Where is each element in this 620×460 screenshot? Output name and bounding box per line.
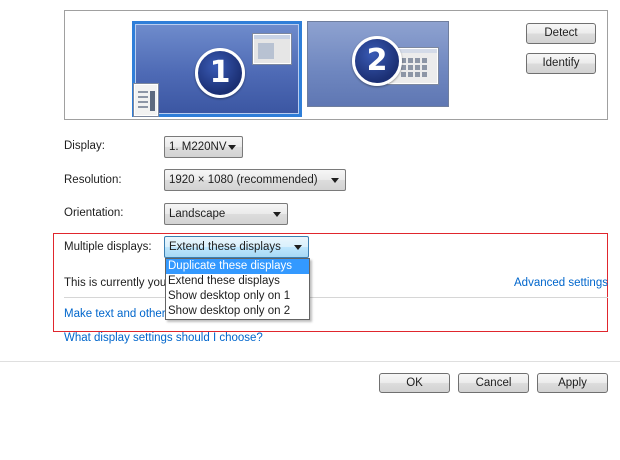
window-thumbnail-icon	[253, 34, 291, 64]
taskbar-thumbnail-icon	[134, 84, 158, 116]
orientation-select-value: Landscape	[169, 208, 226, 220]
dropdown-option-duplicate[interactable]: Duplicate these displays	[166, 259, 309, 274]
dropdown-option-only-2[interactable]: Show desktop only on 2	[166, 304, 309, 319]
what-display-settings-link[interactable]: What display settings should I choose?	[64, 332, 263, 344]
ok-button[interactable]: OK	[379, 373, 450, 393]
multiple-displays-select-value: Extend these displays	[169, 241, 281, 253]
chevron-down-icon	[294, 245, 302, 250]
cancel-button[interactable]: Cancel	[458, 373, 529, 393]
display-label: Display:	[64, 140, 105, 152]
monitor-arrangement-area: 1 2 Detect Identify	[64, 10, 608, 120]
monitor-2-tile[interactable]: 2	[307, 21, 449, 107]
chevron-down-icon	[228, 145, 236, 150]
detect-button[interactable]: Detect	[526, 23, 596, 44]
current-display-text: This is currently you	[64, 277, 167, 289]
monitor-2-number: 2	[352, 36, 402, 86]
monitor-1-number: 1	[195, 48, 245, 98]
chevron-down-icon	[273, 212, 281, 217]
orientation-select[interactable]: Landscape	[164, 203, 288, 225]
apply-button[interactable]: Apply	[537, 373, 608, 393]
resolution-label: Resolution:	[64, 174, 122, 186]
divider	[64, 297, 608, 298]
resolution-select-value: 1920 × 1080 (recommended)	[169, 174, 318, 186]
orientation-label: Orientation:	[64, 207, 124, 219]
multiple-displays-select[interactable]: Extend these displays	[164, 236, 309, 258]
multiple-displays-dropdown-list: Duplicate these displays Extend these di…	[165, 258, 310, 320]
multiple-displays-label: Multiple displays:	[64, 241, 152, 253]
dropdown-option-extend[interactable]: Extend these displays	[166, 274, 309, 289]
resolution-select[interactable]: 1920 × 1080 (recommended)	[164, 169, 346, 191]
footer-divider	[0, 361, 620, 362]
monitor-1-tile[interactable]: 1	[132, 21, 302, 117]
chevron-down-icon	[331, 178, 339, 183]
advanced-settings-link[interactable]: Advanced settings	[514, 277, 608, 289]
identify-button[interactable]: Identify	[526, 53, 596, 74]
dropdown-option-only-1[interactable]: Show desktop only on 1	[166, 289, 309, 304]
display-select[interactable]: 1. M220NV	[164, 136, 243, 158]
display-select-value: 1. M220NV	[169, 141, 227, 153]
